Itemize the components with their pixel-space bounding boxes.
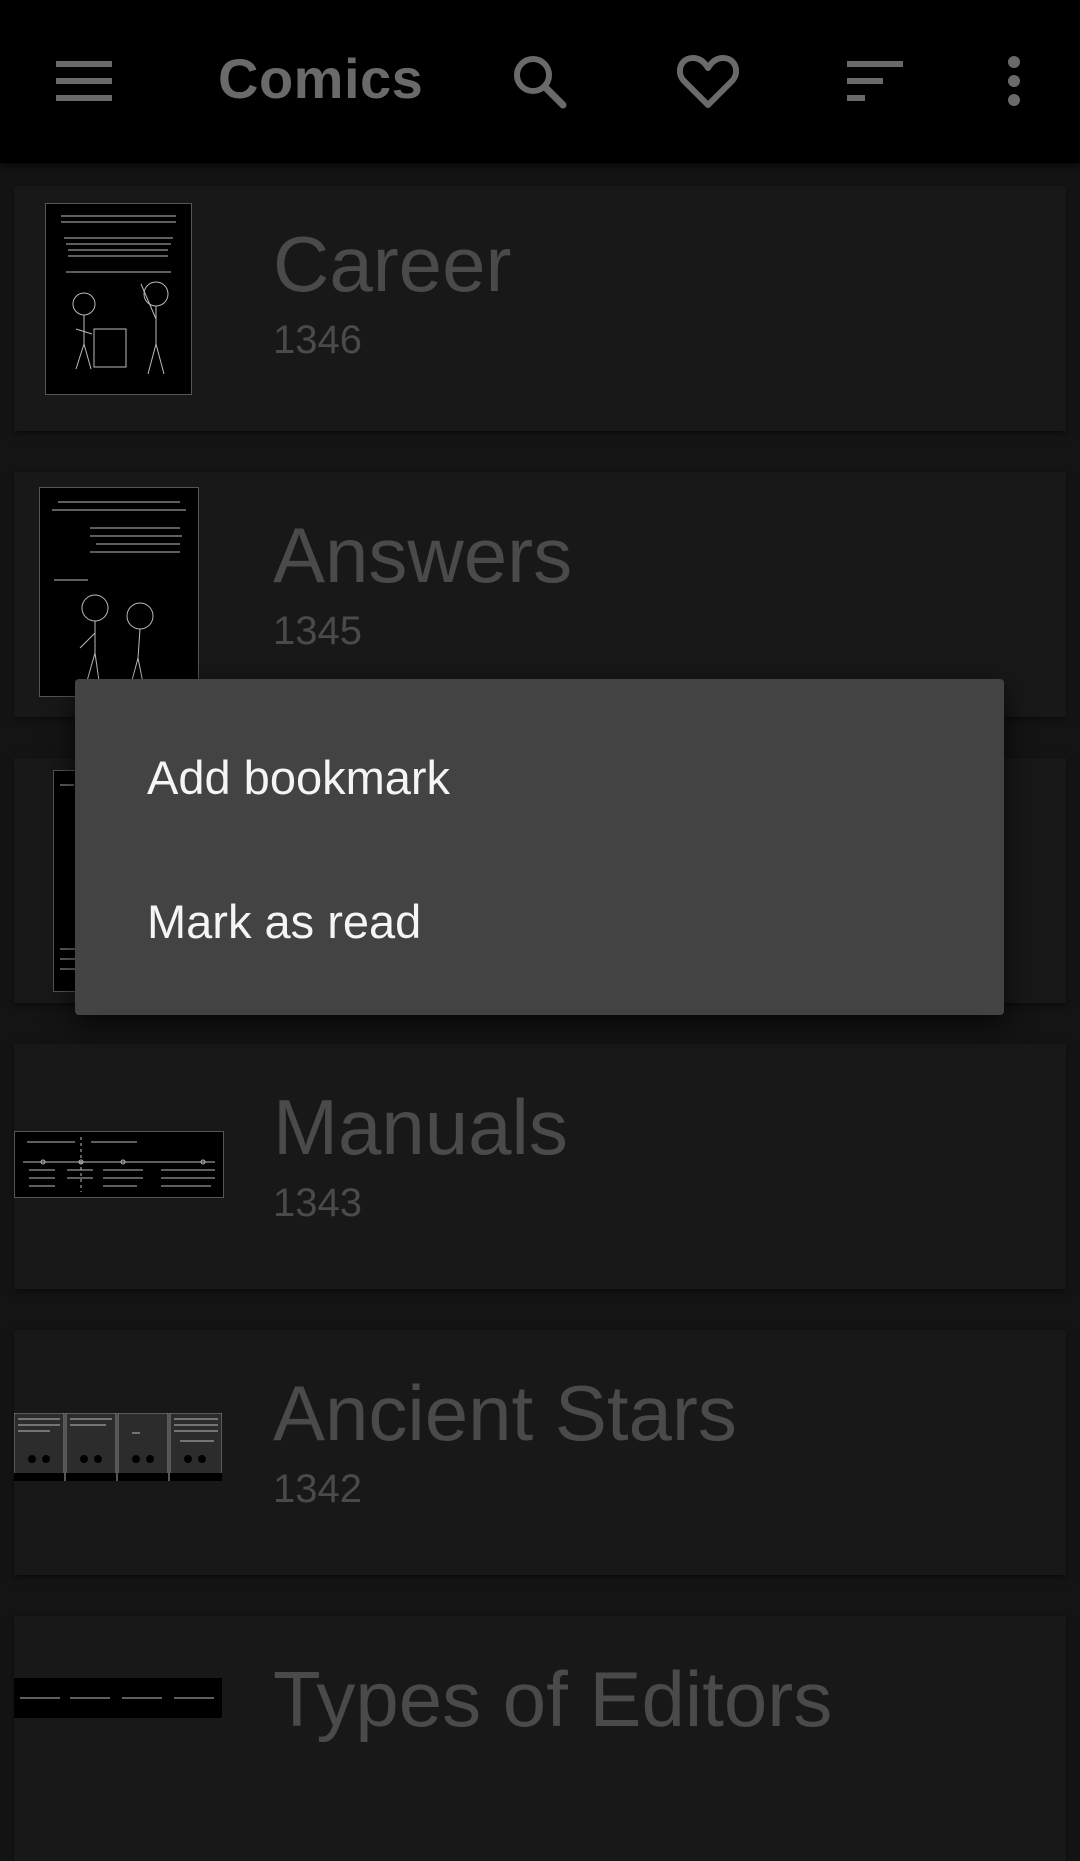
comic-title: Types of Editors <box>273 1655 833 1743</box>
comic-thumbnail <box>14 1678 222 1718</box>
comic-number: 1343 <box>273 1181 362 1225</box>
comic-card[interactable]: Types of Editors <box>14 1616 1066 1861</box>
comic-thumbnail <box>14 1413 222 1481</box>
comic-card[interactable]: Manuals 1343 <box>14 1044 1066 1289</box>
comic-thumbnail <box>45 203 192 395</box>
overflow-icon <box>1007 56 1021 106</box>
comic-title: Ancient Stars <box>273 1369 737 1457</box>
add-bookmark-menu-item[interactable]: Add bookmark <box>75 707 1004 847</box>
sort-button[interactable] <box>820 26 930 136</box>
search-icon <box>511 53 567 109</box>
menu-button[interactable] <box>29 26 139 136</box>
comic-number: 1345 <box>273 609 362 653</box>
overflow-button[interactable] <box>959 26 1069 136</box>
heart-icon <box>677 53 739 109</box>
comic-title: Career <box>273 220 512 308</box>
comic-thumbnail <box>14 1131 224 1198</box>
search-button[interactable] <box>484 26 594 136</box>
sort-icon <box>847 61 903 101</box>
favorites-button[interactable] <box>653 26 763 136</box>
comic-number: 1346 <box>273 318 362 362</box>
comic-thumbnail <box>39 487 199 697</box>
comic-card[interactable]: Career 1346 <box>14 186 1066 431</box>
menu-icon <box>56 61 112 101</box>
comic-card[interactable]: Ancient Stars 1342 <box>14 1330 1066 1575</box>
mark-as-read-menu-item[interactable]: Mark as read <box>75 851 1004 991</box>
comic-number: 1342 <box>273 1467 362 1511</box>
comic-title: Manuals <box>273 1083 568 1171</box>
app-bar: Comics <box>0 0 1080 163</box>
context-menu: Add bookmark Mark as read <box>75 679 1004 1015</box>
comic-title: Answers <box>273 511 573 599</box>
page-title: Comics <box>218 47 424 110</box>
